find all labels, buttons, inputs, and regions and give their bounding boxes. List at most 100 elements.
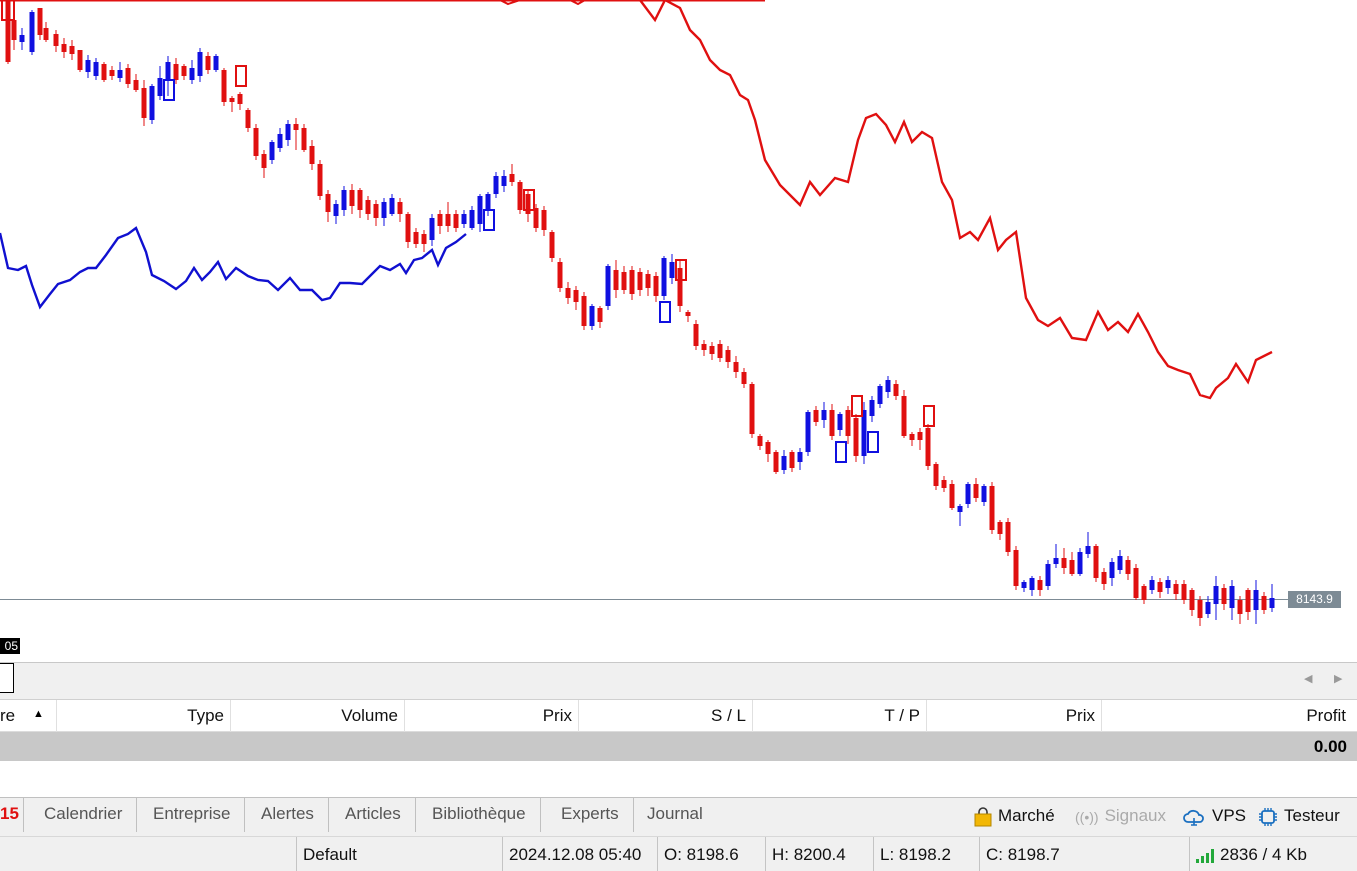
candle-body (957, 506, 963, 512)
candle-body (365, 200, 371, 214)
column-header-price[interactable]: Prix (405, 700, 579, 732)
sort-ascending-icon[interactable]: ▲ (33, 708, 44, 720)
candle-body (733, 362, 739, 372)
candle-body (29, 12, 35, 52)
candle-body (893, 384, 899, 396)
column-header-sl[interactable]: S / L (579, 700, 753, 732)
pattern-marker (235, 65, 247, 87)
signals-button[interactable]: ((•)) Signaux (1075, 802, 1166, 830)
column-header-type[interactable]: Type (57, 700, 231, 732)
status-high: H: 8200.4 (765, 837, 873, 871)
candle-body (213, 56, 219, 70)
candle-body (501, 176, 507, 186)
candle-body (837, 414, 843, 430)
tab-company[interactable]: Entreprise (139, 798, 246, 832)
candle-body (597, 308, 603, 322)
chart-tab-strip: ◀ ▶ (0, 662, 1357, 700)
candle-body (165, 62, 171, 80)
candle-body (517, 182, 523, 210)
candle-body (605, 266, 611, 306)
status-traffic[interactable]: 2836 / 4 Kb (1189, 837, 1357, 871)
candle-body (909, 434, 915, 440)
column-header-price-current[interactable]: Prix (927, 700, 1102, 732)
candle-body (1189, 590, 1195, 610)
candle-body (413, 232, 419, 244)
pattern-marker (659, 301, 671, 323)
candle-body (933, 464, 939, 486)
total-profit: 0.00 (1313, 737, 1347, 756)
candle-body (341, 190, 347, 210)
status-profile[interactable]: Default (296, 837, 502, 871)
tab-library[interactable]: Bibliothèque (418, 798, 541, 832)
candle-body (61, 44, 67, 52)
status-datetime: 2024.12.08 05:40 (502, 837, 657, 871)
candle-body (669, 262, 675, 278)
scroll-left-icon[interactable]: ◀ (1304, 672, 1312, 685)
candle-body (261, 154, 267, 168)
tab-articles[interactable]: Articles (331, 798, 416, 832)
candle-body (989, 486, 995, 530)
candle-body (421, 234, 427, 244)
candle-body (469, 210, 475, 228)
column-header-volume[interactable]: Volume (231, 700, 405, 732)
candle-body (821, 410, 827, 420)
tab-alerts[interactable]: Alertes (247, 798, 329, 832)
candle-body (573, 290, 579, 302)
candle-body (1085, 546, 1091, 554)
candle-body (637, 272, 643, 290)
chip-icon (1259, 807, 1277, 826)
candle-body (877, 386, 883, 404)
status-bar: Default 2024.12.08 05:40 O: 8198.6 H: 82… (0, 836, 1357, 871)
candle-body (205, 56, 211, 70)
candle-body (1197, 600, 1203, 618)
pattern-marker (867, 431, 879, 453)
scroll-right-icon[interactable]: ▶ (1334, 672, 1342, 685)
tab-journal[interactable]: Journal (633, 798, 717, 832)
tab-cut[interactable]: 15 (0, 798, 24, 832)
candle-body (949, 484, 955, 508)
candle-body (77, 50, 83, 70)
candle-body (685, 312, 691, 316)
chart-tab[interactable] (0, 663, 14, 693)
candle-body (125, 68, 131, 84)
candle-body (277, 134, 283, 148)
candle-body (445, 214, 451, 226)
market-button[interactable]: Marché (974, 802, 1055, 830)
candle-body (1261, 596, 1267, 610)
candle-body (109, 70, 115, 76)
column-header-profit[interactable]: Profit (1102, 700, 1352, 732)
candle-body (1157, 582, 1163, 592)
candle-body (253, 128, 259, 156)
candle-body (5, 0, 11, 62)
candle-body (229, 98, 235, 102)
column-header-time[interactable]: re (0, 700, 57, 732)
candle-body (301, 128, 307, 150)
candle-body (1245, 590, 1251, 612)
price-chart[interactable]: 8143.9 05 (0, 0, 1357, 662)
column-header-tp[interactable]: T / P (753, 700, 927, 732)
candle-body (709, 346, 715, 354)
status-close: C: 8198.7 (979, 837, 1189, 871)
candle-body (981, 486, 987, 502)
candle-body (11, 20, 17, 40)
tester-button[interactable]: Testeur (1258, 802, 1340, 830)
candle-body (285, 124, 291, 140)
candle-body (1037, 580, 1043, 590)
chart-canvas[interactable] (0, 0, 1357, 662)
candle-body (1029, 578, 1035, 590)
tab-experts[interactable]: Experts (547, 798, 634, 832)
shopping-bag-icon (974, 806, 992, 827)
candle-body (997, 522, 1003, 534)
vps-button[interactable]: VPS (1182, 802, 1246, 830)
candle-body (93, 62, 99, 76)
candle-body (1173, 584, 1179, 594)
candle-body (629, 270, 635, 294)
candle-body (485, 194, 491, 210)
crosshair-time-label: 05 (0, 638, 20, 654)
candle-body (1269, 598, 1275, 608)
candle-body (1141, 586, 1147, 600)
candle-body (317, 164, 323, 196)
tab-calendar[interactable]: Calendrier (30, 798, 138, 832)
candle-body (781, 456, 787, 470)
table-total-row: 0.00 (0, 732, 1357, 761)
